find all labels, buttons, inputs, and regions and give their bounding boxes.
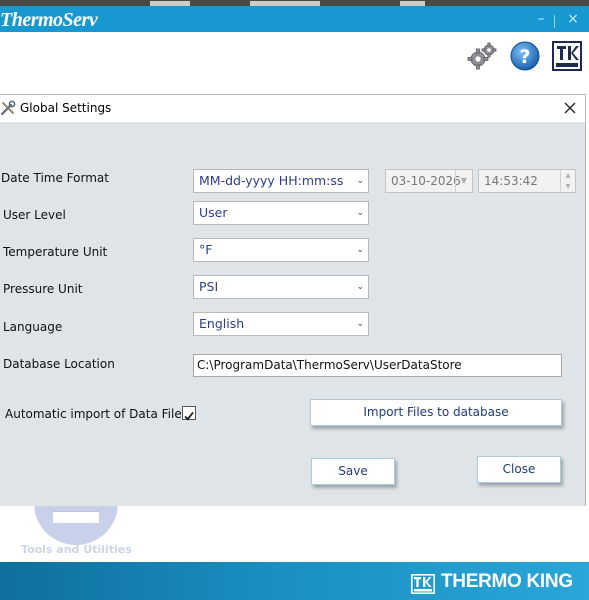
datetime-format-value: MM-dd-yyyy HH:mm:ss bbox=[199, 173, 344, 188]
svg-text:?: ? bbox=[519, 46, 530, 68]
spin-up-icon: ▲ bbox=[565, 172, 571, 179]
datetime-format-label: Date Time Format bbox=[1, 171, 109, 185]
global-settings-dialog: Global Settings Date Time Format MM-dd-y… bbox=[0, 94, 586, 506]
temperature-unit-value: °F bbox=[199, 242, 213, 257]
user-level-value: User bbox=[199, 205, 228, 220]
language-label: Language bbox=[3, 320, 63, 334]
chevron-down-icon: ⌄ bbox=[356, 282, 364, 292]
brand-name: THERMO KING bbox=[441, 571, 573, 592]
spin-down-icon: ▼ bbox=[565, 183, 571, 190]
chevron-down-icon: ⌄ bbox=[356, 176, 364, 186]
chevron-down-icon: ⌄ bbox=[356, 208, 364, 218]
thermo-king-logo-icon bbox=[411, 574, 435, 594]
chevron-down-icon: ⌄ bbox=[356, 319, 364, 329]
date-picker: 03-10-2026 ▼ bbox=[385, 169, 473, 193]
database-location-label: Database Location bbox=[3, 357, 115, 371]
datetime-format-select[interactable]: MM-dd-yyyy HH:mm:ss ⌄ bbox=[193, 169, 369, 193]
tools-utilities-label[interactable]: Tools and Utilities bbox=[21, 543, 132, 556]
calendar-dropdown-icon: ▼ bbox=[455, 170, 472, 192]
thermo-king-icon[interactable] bbox=[551, 40, 583, 72]
tools-utilities-icon[interactable] bbox=[34, 505, 118, 545]
chevron-down-icon: ⌄ bbox=[356, 245, 364, 255]
auto-import-label: Automatic import of Data Files bbox=[5, 407, 188, 421]
title-bar: ThermoServ – × bbox=[0, 6, 589, 32]
window-controls-divider bbox=[554, 15, 555, 28]
save-button[interactable]: Save bbox=[311, 458, 395, 485]
pressure-unit-value: PSI bbox=[199, 279, 219, 294]
import-files-button[interactable]: Import Files to database bbox=[310, 399, 562, 426]
close-button[interactable]: Close bbox=[477, 456, 561, 483]
date-value: 03-10-2026 bbox=[391, 174, 461, 188]
temperature-unit-label: Temperature Unit bbox=[3, 245, 108, 259]
minimize-button[interactable]: – bbox=[532, 9, 550, 29]
help-icon[interactable]: ? bbox=[509, 40, 541, 72]
dialog-title: Global Settings bbox=[20, 101, 112, 115]
app-title: ThermoServ bbox=[0, 9, 98, 31]
time-value: 14:53:42 bbox=[484, 174, 538, 188]
dialog-body: Date Time Format MM-dd-yyyy HH:mm:ss ⌄ 0… bbox=[0, 122, 585, 506]
user-level-label: User Level bbox=[3, 208, 66, 222]
temperature-unit-select[interactable]: °F ⌄ bbox=[193, 238, 369, 262]
window-close-button[interactable]: × bbox=[564, 9, 582, 29]
time-spinner: 14:53:42 ▲ ▼ bbox=[478, 169, 576, 193]
database-location-input[interactable]: C:\ProgramData\ThermoServ\UserDataStore bbox=[193, 354, 562, 377]
language-select[interactable]: English ⌄ bbox=[193, 312, 369, 336]
pressure-unit-label: Pressure Unit bbox=[3, 282, 83, 296]
user-level-select[interactable]: User ⌄ bbox=[193, 201, 369, 225]
auto-import-checkbox[interactable] bbox=[182, 406, 196, 421]
language-value: English bbox=[199, 316, 245, 331]
time-spin-buttons: ▲ ▼ bbox=[560, 170, 575, 192]
pressure-unit-select[interactable]: PSI ⌄ bbox=[193, 275, 369, 299]
gear-icon[interactable] bbox=[466, 40, 498, 72]
settings-tools-icon bbox=[0, 100, 16, 116]
footer-bar: THERMO KING bbox=[0, 562, 589, 600]
checkmark-icon bbox=[184, 411, 194, 421]
dialog-header: Global Settings bbox=[0, 95, 585, 122]
dialog-close-icon[interactable] bbox=[560, 98, 580, 118]
